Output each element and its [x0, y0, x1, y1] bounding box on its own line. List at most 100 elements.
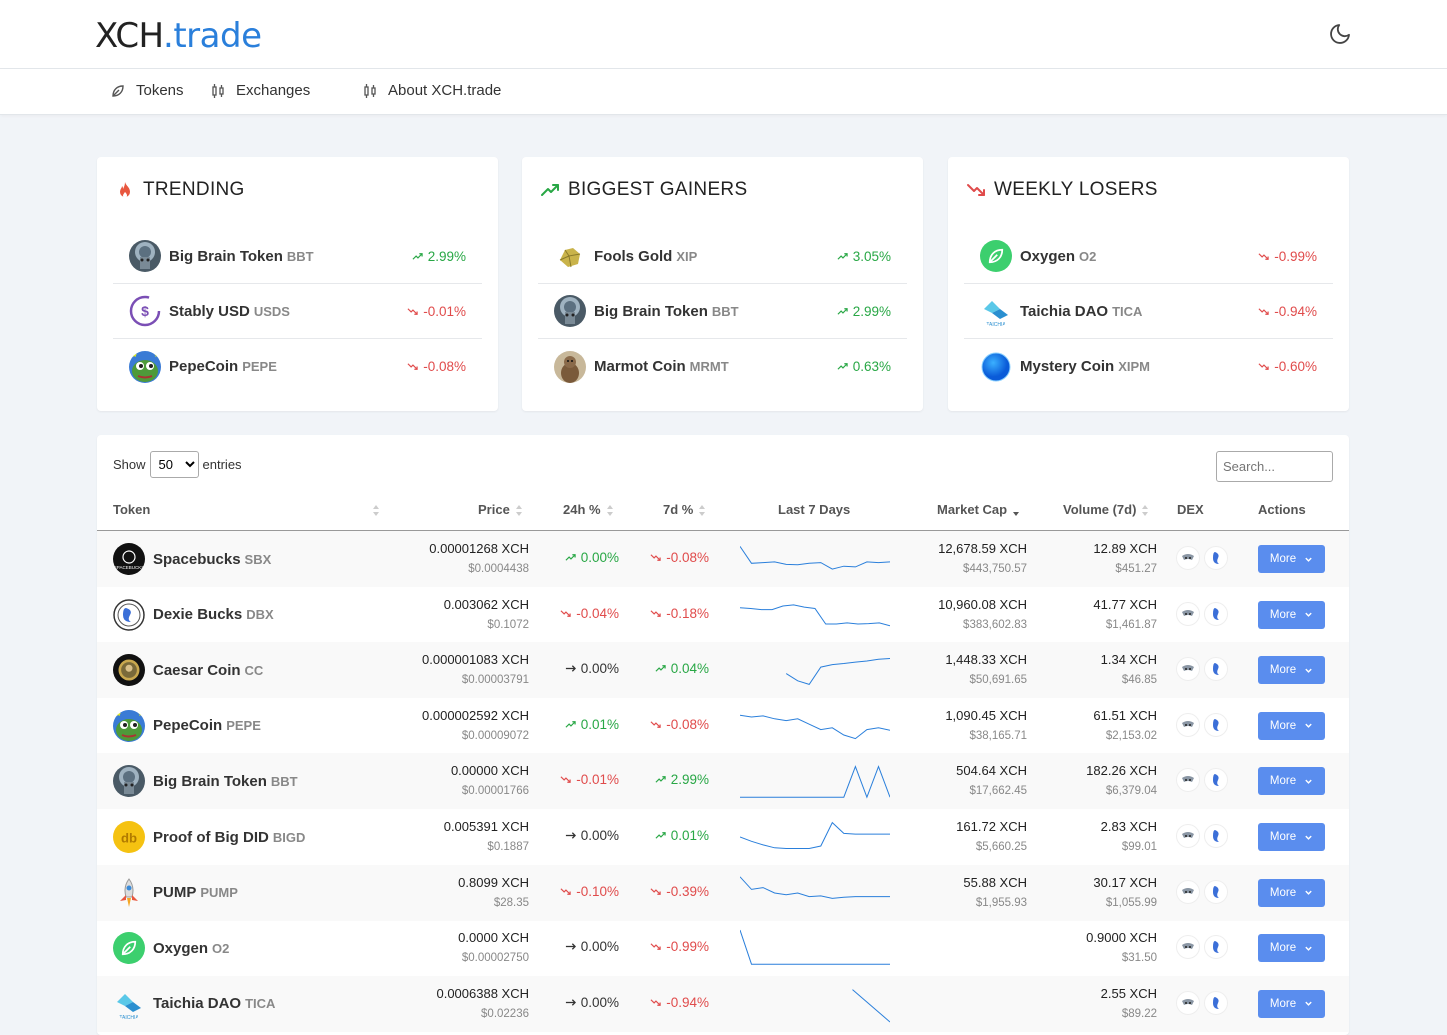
tibetswap-icon[interactable]	[1176, 935, 1200, 960]
price-usd: $0.02236	[481, 1007, 529, 1020]
dexie-icon[interactable]	[1204, 657, 1228, 682]
market-cap-cell: 1,448.33 XCH $50,691.65	[945, 650, 1027, 690]
token-cell[interactable]: SPACEBUCKS Spacebucks SBX	[113, 543, 271, 575]
col-24h[interactable]: 24h %	[563, 502, 614, 517]
col-7d[interactable]: 7d %	[663, 502, 706, 517]
table-row[interactable]: db Proof of Big DID BIGD 0.005391 XCH $0…	[97, 809, 1349, 865]
table-row[interactable]: Caesar Coin CC 0.000001083 XCH $0.000037…	[97, 642, 1349, 699]
more-button[interactable]: More	[1258, 656, 1325, 685]
card-token-row[interactable]: Big Brain Token BBT 2.99%	[113, 229, 482, 284]
token-symbol: MRMT	[689, 359, 729, 374]
dex-links	[1176, 990, 1228, 1015]
nav-about[interactable]: About XCH.trade	[362, 82, 501, 99]
col-token-sort[interactable]	[367, 502, 380, 517]
tibetswap-icon[interactable]	[1176, 990, 1200, 1015]
token-cell[interactable]: ★ ★ PepeCoin PEPE	[113, 709, 261, 742]
card-token-row[interactable]: $ Stably USD USDS -0.01%	[113, 284, 482, 339]
tibetswap-icon[interactable]	[1176, 546, 1200, 570]
sparkline-chart	[740, 603, 890, 626]
col-market-cap[interactable]: Market Cap	[937, 502, 1020, 517]
dark-mode-toggle-icon[interactable]	[1328, 22, 1352, 46]
page-size-select[interactable]: 50	[149, 451, 199, 478]
table-row[interactable]: ★ ★ PepeCoin PEPE 0.000002592 XCH $0.0000…	[97, 698, 1349, 754]
col-token[interactable]: Token	[113, 502, 150, 517]
col-volume[interactable]: Volume (7d)	[1063, 502, 1149, 517]
dex-links	[1176, 935, 1228, 960]
tibetswap-icon[interactable]	[1176, 712, 1200, 737]
change-24h: 0.00%	[565, 939, 619, 954]
nav-tokens[interactable]: Tokens	[110, 82, 184, 99]
tibetswap-icon[interactable]	[1176, 657, 1200, 682]
price-xch: 0.8099 XCH	[458, 874, 529, 890]
table-row[interactable]: SPACEBUCKS Spacebucks SBX 0.00001268 XCH…	[97, 531, 1349, 587]
table-row[interactable]: Dexie Bucks DBX 0.003062 XCH $0.1072 -0.…	[97, 587, 1349, 643]
dexie-icon[interactable]	[1204, 990, 1228, 1015]
price-usd: $0.1072	[487, 618, 529, 631]
more-button[interactable]: More	[1258, 545, 1325, 573]
card-token-row[interactable]: ★ ★ PepeCoin PEPE -0.08%	[113, 339, 482, 394]
tibetswap-icon[interactable]	[1176, 768, 1200, 793]
dexie-icon[interactable]	[1204, 879, 1228, 904]
more-button[interactable]: More	[1258, 878, 1325, 907]
token-symbol: BBT	[270, 773, 298, 789]
dexie-icon[interactable]	[1204, 712, 1228, 737]
more-button[interactable]: More	[1258, 767, 1325, 796]
volume-xch: 2.55 XCH	[1100, 985, 1157, 1001]
card-token-row[interactable]: Fools Gold XIP 3.05%	[538, 229, 907, 284]
search-input[interactable]	[1216, 451, 1333, 482]
token-symbol: SBX	[244, 551, 272, 567]
market-cap-usd: $38,165.71	[969, 729, 1027, 742]
token-cell[interactable]: PUMP PUMP	[113, 877, 238, 909]
dexie-icon[interactable]	[1204, 824, 1228, 848]
dexie-icon[interactable]	[1204, 768, 1228, 793]
token-logo-icon	[113, 877, 145, 909]
nav-tokens-label: Tokens	[136, 82, 184, 99]
table-row[interactable]: Big Brain Token BBT 0.00000 XCH $0.00001…	[97, 753, 1349, 810]
more-button[interactable]: More	[1258, 823, 1325, 851]
token-name: Big Brain Token	[153, 772, 267, 790]
table-row[interactable]: TAICHIA Taichia DAO TICA 0.0006388 XCH $…	[97, 975, 1349, 1032]
token-cell[interactable]: Oxygen O2	[113, 932, 229, 965]
trend-down-icon	[560, 774, 571, 785]
volume-cell: 30.17 XCH $1,055.99	[1093, 873, 1157, 913]
tibetswap-icon[interactable]	[1176, 601, 1200, 626]
volume-cell: 61.51 XCH $2,153.02	[1093, 706, 1157, 746]
sparkline-chart	[740, 930, 890, 965]
table-row[interactable]: PUMP PUMP 0.8099 XCH $28.35 -0.10% -0.39…	[97, 864, 1349, 921]
card-token-row[interactable]: TAICHIA Taichia DAO TICA -0.94%	[964, 284, 1333, 339]
tibetswap-icon[interactable]	[1176, 879, 1200, 904]
token-cell[interactable]: Big Brain Token BBT	[113, 765, 298, 798]
more-button[interactable]: More	[1258, 711, 1325, 740]
nav-exchanges[interactable]: Exchanges	[210, 82, 310, 99]
market-cap-cell: 161.72 XCH $5,660.25	[956, 817, 1027, 857]
trend-down-icon	[1258, 306, 1269, 317]
dexie-icon[interactable]	[1204, 935, 1228, 960]
sparkline-chart	[740, 821, 890, 849]
price-change: -0.08%	[407, 359, 466, 374]
market-cap-cell: 10,960.08 XCH $383,602.83	[938, 595, 1027, 635]
more-button[interactable]: More	[1258, 600, 1325, 629]
table-row[interactable]: Oxygen O2 0.0000 XCH $0.00002750 0.00% -…	[97, 920, 1349, 976]
tibetswap-icon[interactable]	[1176, 824, 1200, 848]
change-24h: -0.04%	[560, 606, 619, 621]
col-price[interactable]: Price	[478, 502, 523, 517]
card-token-row[interactable]: Big Brain Token BBT 2.99%	[538, 284, 907, 339]
token-cell[interactable]: Dexie Bucks DBX	[113, 598, 274, 631]
summary-card-trending: TRENDING Big Brain Token BBT 2.99% $ Sta…	[97, 157, 498, 411]
dexie-icon[interactable]	[1204, 546, 1228, 570]
dexie-icon[interactable]	[1204, 601, 1228, 626]
price-cell: 0.00001268 XCH $0.0004438	[429, 539, 529, 579]
token-cell[interactable]: Caesar Coin CC	[113, 654, 263, 687]
token-cell[interactable]: TAICHIA Taichia DAO TICA	[113, 988, 275, 1020]
card-token-row[interactable]: Oxygen O2 -0.99%	[964, 229, 1333, 284]
more-button[interactable]: More	[1258, 934, 1325, 963]
volume-cell: 0.9000 XCH $31.50	[1086, 928, 1157, 968]
more-button[interactable]: More	[1258, 989, 1325, 1018]
chevron-down-icon	[1305, 557, 1312, 562]
change-24h: -0.10%	[560, 884, 619, 899]
card-token-row[interactable]: Mystery Coin XIPM -0.60%	[964, 339, 1333, 394]
site-logo[interactable]: XCH.trade	[95, 16, 262, 56]
market-cap-cell: 12,678.59 XCH $443,750.57	[938, 539, 1027, 579]
token-cell[interactable]: db Proof of Big DID BIGD	[113, 821, 305, 853]
card-token-row[interactable]: Marmot Coin MRMT 0.63%	[538, 339, 907, 394]
